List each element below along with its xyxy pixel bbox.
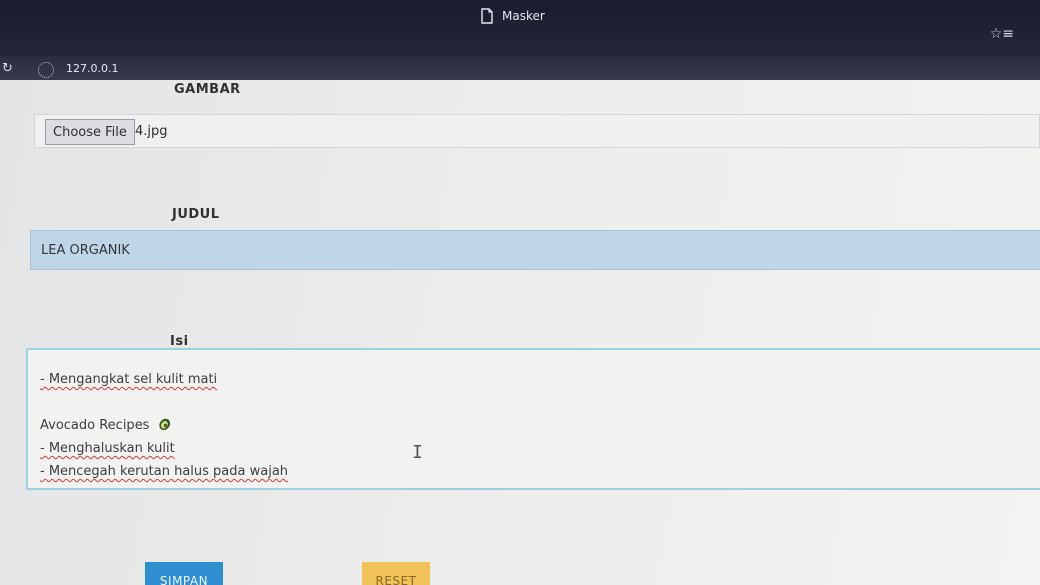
reset-button[interactable]: RESET: [362, 562, 430, 585]
text-cursor-icon: I: [412, 442, 423, 463]
choose-file-button[interactable]: Choose File: [45, 119, 135, 145]
content-line: [40, 391, 1028, 414]
image-label: GAMBAR: [174, 82, 241, 97]
avocado-icon: [158, 418, 170, 431]
site-info-icon[interactable]: [38, 62, 54, 78]
content-line-text: Avocado Recipes: [40, 418, 150, 433]
browser-title-bar: Masker ☆≡: [0, 0, 1040, 56]
file-input[interactable]: Choose File 4.jpg: [34, 114, 1040, 148]
content-line-text: - Menghaluskan kulit: [40, 441, 175, 456]
content-textarea[interactable]: - Mengangkat sel kulit mati Avocado Reci…: [26, 348, 1040, 490]
document-icon: [481, 8, 493, 24]
content-line-text: - Mencegah kerutan halus pada wajah: [40, 464, 289, 479]
selected-file-name: 4.jpg: [135, 124, 168, 139]
content-line: - Menghaluskan kulit: [40, 437, 1028, 460]
content-line-text: - Mengangkat sel kulit mati: [40, 372, 218, 387]
content-line: - Mengangkat sel kulit mati: [40, 368, 1028, 391]
browser-tab[interactable]: Masker: [480, 6, 545, 26]
url-text[interactable]: 127.0.0.1: [66, 62, 118, 75]
title-label: JUDUL: [172, 207, 220, 222]
save-button[interactable]: SIMPAN: [145, 562, 223, 585]
content-label: Isi: [170, 334, 189, 349]
page-content: GAMBAR Choose File 4.jpg JUDUL Isi - Men…: [0, 80, 1040, 585]
content-line: - Mencegah kerutan halus pada wajah: [40, 460, 1028, 483]
reload-icon[interactable]: ↻: [2, 61, 13, 76]
title-input[interactable]: [30, 230, 1040, 270]
tab-title: Masker: [502, 9, 545, 23]
content-line: Avocado Recipes: [40, 414, 1028, 437]
bookmark-star-icon[interactable]: ☆≡: [990, 26, 1014, 42]
